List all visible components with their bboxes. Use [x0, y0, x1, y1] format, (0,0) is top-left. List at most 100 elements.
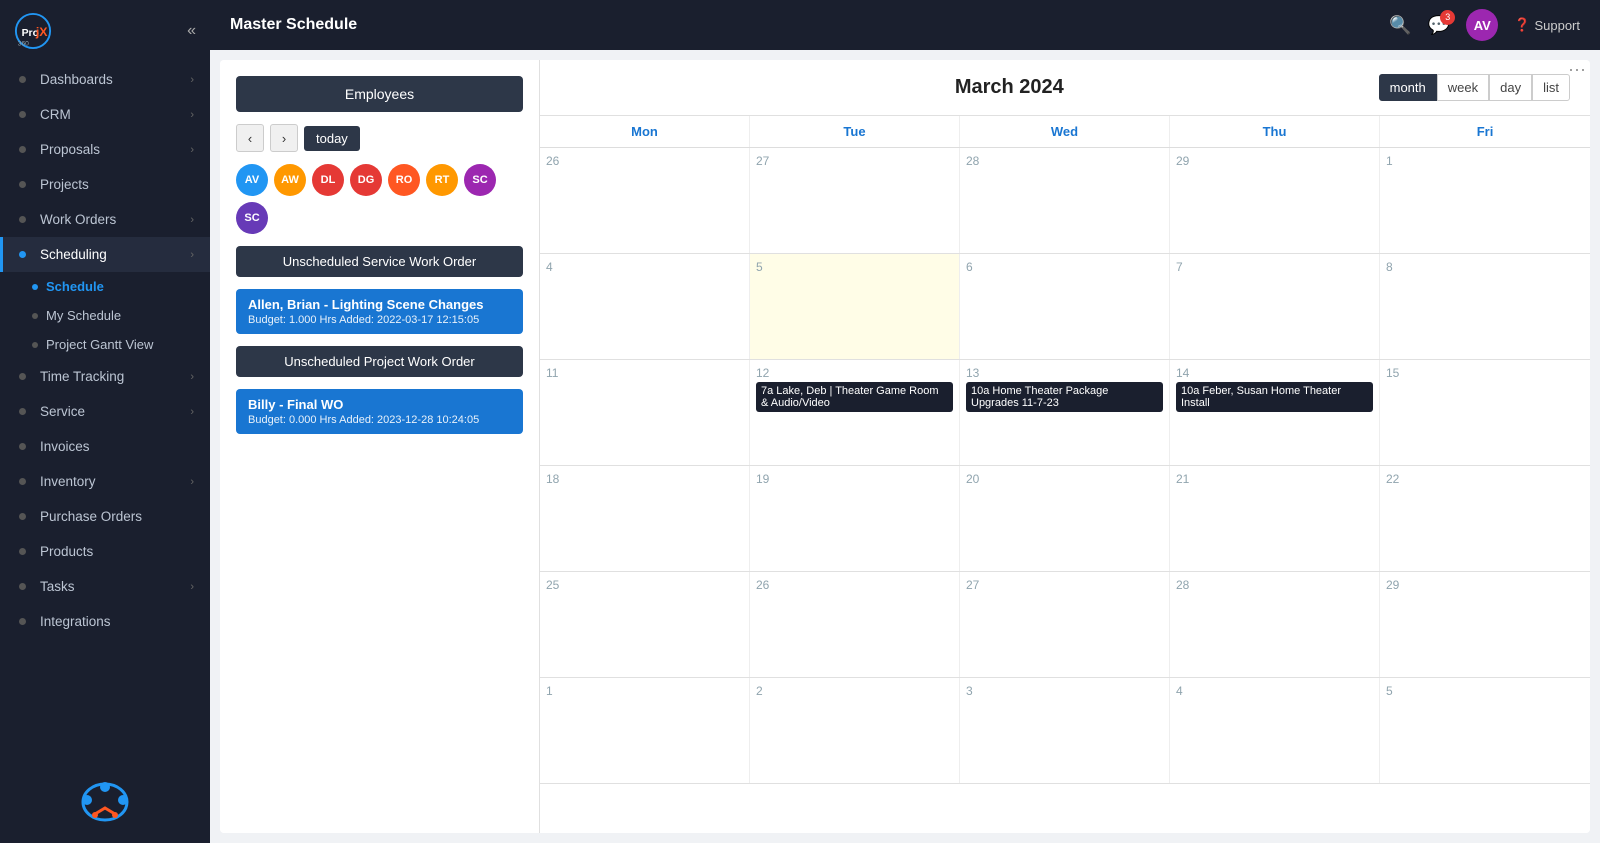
service-work-order-card[interactable]: Allen, Brian - Lighting Scene Changes Bu…: [236, 289, 523, 334]
project-card-added: Added: 2023-12-28 10:24:05: [339, 414, 479, 426]
left-panel: Employees ‹ › today AV AW DL DG RO RT SC…: [220, 60, 540, 833]
notification-badge: 3: [1440, 10, 1455, 25]
chevron-right-icon: ›: [190, 406, 194, 418]
service-card-title: Allen, Brian - Lighting Scene Changes: [248, 297, 511, 312]
sidebar-subitem-schedule[interactable]: Schedule: [0, 272, 210, 301]
cal-event-lake-deb[interactable]: 7a Lake, Deb | Theater Game Room & Audio…: [756, 382, 953, 412]
calendar-week-4: 18 19 20 21 22: [540, 466, 1590, 572]
sidebar-item-projects[interactable]: Projects: [0, 167, 210, 202]
sidebar-item-label: Work Orders: [40, 212, 116, 227]
avatar-sc1[interactable]: SC: [464, 164, 496, 196]
cal-cell-4apr: 4: [1170, 678, 1380, 783]
sidebar-item-invoices[interactable]: Invoices: [0, 429, 210, 464]
sidebar-item-label: CRM: [40, 107, 71, 122]
nav-dot: [19, 583, 26, 590]
cal-cell-22: 22: [1380, 466, 1590, 571]
sidebar-item-inventory[interactable]: Inventory ›: [0, 464, 210, 499]
cal-cell-20: 20: [960, 466, 1170, 571]
cal-cell-28mar: 28: [1170, 572, 1380, 677]
view-btn-month[interactable]: month: [1379, 74, 1437, 101]
sidebar-subitem-my-schedule[interactable]: My Schedule: [0, 301, 210, 330]
employee-avatars: AV AW DL DG RO RT SC SC: [236, 164, 523, 234]
sidebar-item-label: Scheduling: [40, 247, 107, 262]
support-button[interactable]: ❓ Support: [1514, 17, 1580, 33]
sidebar-subitem-project-gantt[interactable]: Project Gantt View: [0, 330, 210, 359]
nav-dot: [19, 443, 26, 450]
avatar-dl[interactable]: DL: [312, 164, 344, 196]
sidebar-bottom-logo: [0, 756, 210, 843]
nav-dot: [19, 373, 26, 380]
avatar-sc2[interactable]: SC: [236, 202, 268, 234]
cal-cell-6: 6: [960, 254, 1170, 359]
sidebar-item-products[interactable]: Products: [0, 534, 210, 569]
cal-cell-15: 15: [1380, 360, 1590, 465]
today-btn[interactable]: today: [304, 126, 360, 151]
view-btn-day[interactable]: day: [1489, 74, 1532, 101]
day-header-fri: Fri: [1380, 116, 1590, 147]
sub-item-label: Schedule: [46, 279, 104, 294]
user-avatar-btn[interactable]: AV: [1466, 9, 1498, 41]
notification-bell[interactable]: 💬 3: [1428, 15, 1450, 36]
day-header-tue: Tue: [750, 116, 960, 147]
avatar-ro[interactable]: RO: [388, 164, 420, 196]
employees-button[interactable]: Employees: [236, 76, 523, 112]
sidebar-item-tasks[interactable]: Tasks ›: [0, 569, 210, 604]
sidebar-item-scheduling[interactable]: Scheduling ›: [0, 237, 210, 272]
cal-cell-25: 25: [540, 572, 750, 677]
search-icon[interactable]: 🔍: [1389, 15, 1411, 36]
cal-cell-27feb: 27: [750, 148, 960, 253]
sub-dot: [32, 313, 38, 319]
sidebar: Pro jX 360 « Dashboards › CRM › Proposal…: [0, 0, 210, 843]
nav-dot: [19, 216, 26, 223]
nav-dot-active: [19, 251, 26, 258]
sidebar-item-label: Invoices: [40, 439, 90, 454]
calendar-week-6: 1 2 3 4 5: [540, 678, 1590, 784]
cal-cell-3apr: 3: [960, 678, 1170, 783]
cal-cell-2apr: 2: [750, 678, 960, 783]
unscheduled-project-btn[interactable]: Unscheduled Project Work Order: [236, 346, 523, 377]
sidebar-item-work-orders[interactable]: Work Orders ›: [0, 202, 210, 237]
sub-item-label: My Schedule: [46, 308, 121, 323]
sidebar-item-crm[interactable]: CRM ›: [0, 97, 210, 132]
unscheduled-service-btn[interactable]: Unscheduled Service Work Order: [236, 246, 523, 277]
calendar-nav: ‹ › today: [236, 124, 523, 152]
avatar-rt[interactable]: RT: [426, 164, 458, 196]
sidebar-item-purchase-orders[interactable]: Purchase Orders: [0, 499, 210, 534]
chevron-right-icon: ›: [190, 109, 194, 121]
sidebar-item-label: Dashboards: [40, 72, 113, 87]
cal-cell-28feb: 28: [960, 148, 1170, 253]
calendar-day-headers: Mon Tue Wed Thu Fri: [540, 116, 1590, 148]
topbar: Master Schedule 🔍 💬 3 AV ❓ Support: [210, 0, 1600, 50]
question-icon: ❓: [1514, 17, 1530, 33]
sidebar-item-dashboards[interactable]: Dashboards ›: [0, 62, 210, 97]
sidebar-item-label: Projects: [40, 177, 89, 192]
project-work-order-card[interactable]: Billy - Final WO Budget: 0.000 Hrs Added…: [236, 389, 523, 434]
nav-dot: [19, 76, 26, 83]
project-card-budget: Budget: 0.000 Hrs: [248, 414, 337, 426]
sidebar-item-label: Products: [40, 544, 93, 559]
avatar-av[interactable]: AV: [236, 164, 268, 196]
cal-event-home-theater[interactable]: 10a Home Theater Package Upgrades 11-7-2…: [966, 382, 1163, 412]
sidebar-item-integrations[interactable]: Integrations: [0, 604, 210, 639]
view-btn-week[interactable]: week: [1437, 74, 1489, 101]
avatar-aw[interactable]: AW: [274, 164, 306, 196]
avatar-dg[interactable]: DG: [350, 164, 382, 196]
sidebar-item-proposals[interactable]: Proposals ›: [0, 132, 210, 167]
view-btn-list[interactable]: list: [1532, 74, 1570, 101]
cal-cell-4: 4: [540, 254, 750, 359]
logo-icon: Pro jX 360: [14, 12, 52, 50]
sidebar-header: Pro jX 360 «: [0, 0, 210, 62]
sidebar-item-time-tracking[interactable]: Time Tracking ›: [0, 359, 210, 394]
content-area: Employees ‹ › today AV AW DL DG RO RT SC…: [220, 60, 1590, 833]
calendar-week-3: 11 12 7a Lake, Deb | Theater Game Room &…: [540, 360, 1590, 466]
cal-event-feber-susan[interactable]: 10a Feber, Susan Home Theater Install: [1176, 382, 1373, 412]
prev-btn[interactable]: ‹: [236, 124, 264, 152]
sub-dot: [32, 342, 38, 348]
sidebar-item-service[interactable]: Service ›: [0, 394, 210, 429]
next-btn[interactable]: ›: [270, 124, 298, 152]
cal-cell-8: 8: [1380, 254, 1590, 359]
sidebar-collapse-btn[interactable]: «: [187, 22, 196, 40]
cal-cell-26mar: 26: [750, 572, 960, 677]
logo[interactable]: Pro jX 360: [14, 12, 52, 50]
more-options-btn[interactable]: ⋯: [1568, 60, 1586, 81]
